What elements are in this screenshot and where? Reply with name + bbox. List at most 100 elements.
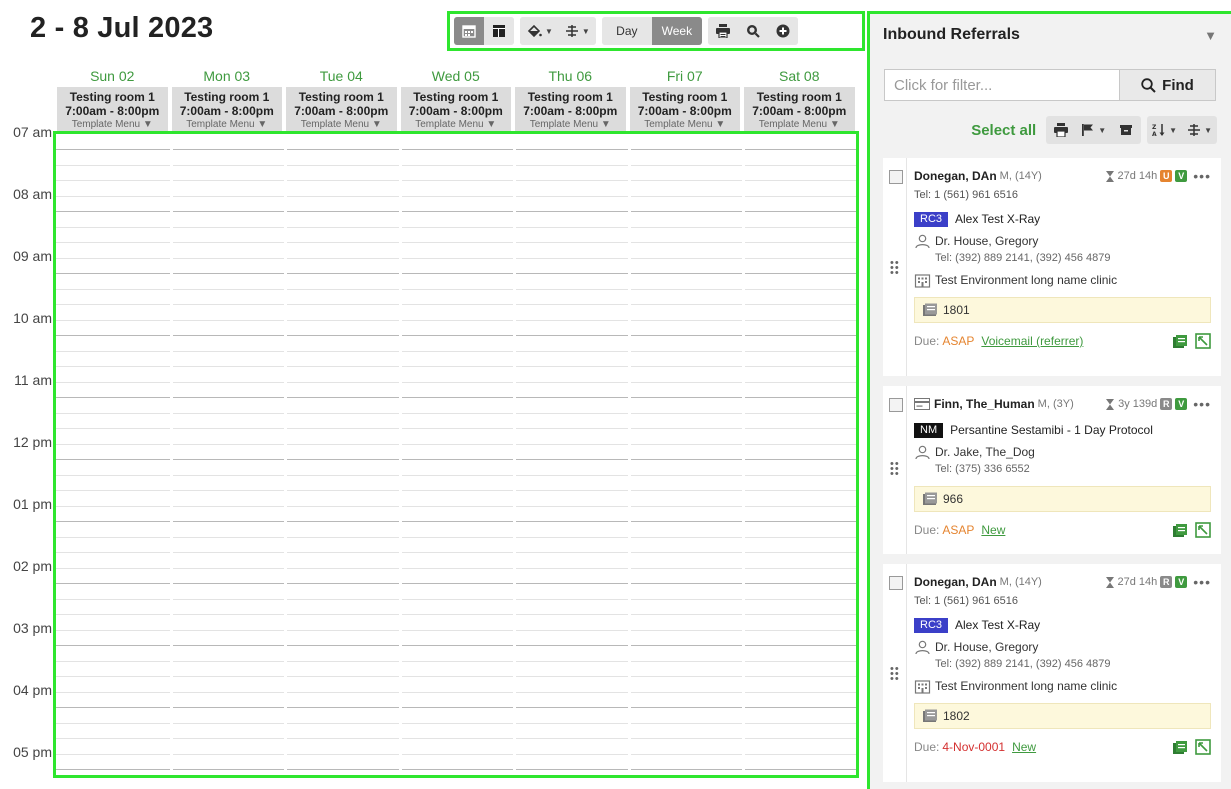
day-name[interactable]: Tue 04 bbox=[284, 67, 399, 87]
hour-label: 07 am bbox=[13, 124, 52, 140]
patient-phone: Tel: 1 (561) 961 6516 bbox=[914, 189, 1018, 201]
slot-line bbox=[56, 319, 856, 321]
room-hours: 7:00am - 8:00pm bbox=[408, 104, 503, 118]
status-link[interactable]: Voicemail (referrer) bbox=[981, 334, 1083, 348]
day-name[interactable]: Mon 03 bbox=[170, 67, 285, 87]
day-name[interactable]: Sat 08 bbox=[742, 67, 857, 87]
documents-icon[interactable] bbox=[1172, 523, 1188, 538]
print-referrals-button[interactable] bbox=[1046, 116, 1076, 144]
day-name[interactable]: Wed 05 bbox=[399, 67, 514, 87]
settings-dropdown-button[interactable]: ▼ bbox=[558, 17, 596, 45]
calendar-view-button[interactable] bbox=[454, 17, 484, 45]
hour-label: 05 pm bbox=[13, 744, 52, 760]
time-slots[interactable] bbox=[56, 134, 856, 775]
search-appointment-button[interactable] bbox=[737, 17, 768, 45]
calendar-grid[interactable] bbox=[53, 131, 859, 778]
add-appointment-button[interactable] bbox=[767, 17, 798, 45]
template-menu[interactable]: Template Menu ▼ bbox=[57, 119, 168, 130]
clinic-name: Test Environment long name clinic bbox=[935, 679, 1118, 693]
snowflake-icon bbox=[565, 25, 578, 37]
day-name[interactable]: Sun 02 bbox=[55, 67, 170, 87]
plus-circle-icon bbox=[776, 24, 790, 38]
patient-name[interactable]: Finn, The_Human bbox=[934, 397, 1035, 411]
verified-badge: V bbox=[1175, 576, 1188, 588]
actions-group bbox=[707, 17, 798, 45]
sort-dropdown-button[interactable]: ZA ▼ bbox=[1147, 116, 1182, 144]
more-options-icon[interactable]: ••• bbox=[1193, 396, 1211, 412]
panel-collapse-icon[interactable]: ▼ bbox=[1204, 28, 1217, 43]
find-button[interactable]: Find bbox=[1120, 69, 1216, 101]
due-label: Due: bbox=[914, 523, 940, 537]
drag-handle-icon[interactable]: •• •• •• bbox=[890, 258, 900, 279]
fill-color-button[interactable]: ▼ bbox=[520, 17, 559, 45]
card-gutter: •• •• •• bbox=[883, 158, 907, 376]
documents-icon[interactable] bbox=[1172, 334, 1188, 349]
referring-clinic: Test Environment long name clinic bbox=[914, 272, 1211, 288]
doctor-phone: Tel: (392) 889 2141, (392) 456 4879 bbox=[935, 658, 1111, 670]
flag-dropdown-button[interactable]: ▼ bbox=[1076, 116, 1111, 144]
procedure-name: Alex Test X-Ray bbox=[955, 212, 1041, 226]
more-options-icon[interactable]: ••• bbox=[1193, 574, 1211, 590]
patient-name[interactable]: Donegan, DAn bbox=[914, 169, 997, 183]
referring-clinic: Test Environment long name clinic bbox=[914, 678, 1211, 694]
slot-line bbox=[56, 676, 856, 677]
card-header: Donegan, DAn M, (14Y) 27d 14h U V ••• bbox=[914, 167, 1211, 185]
select-all-link[interactable]: Select all bbox=[971, 122, 1036, 139]
procedure-line: RC3 Alex Test X-Ray bbox=[914, 617, 1211, 633]
slot-line bbox=[56, 552, 856, 553]
referring-doctor: Dr. House, Gregory bbox=[914, 639, 1211, 655]
hour-label: 01 pm bbox=[13, 496, 52, 512]
referral-card[interactable]: •• •• •• Donegan, DAn M, (14Y) 27d 14h R V… bbox=[883, 564, 1221, 782]
referral-card[interactable]: •• •• •• Donegan, DAn M, (14Y) 27d 14h U V… bbox=[883, 158, 1221, 376]
print-button[interactable] bbox=[707, 17, 738, 45]
documents-icon[interactable] bbox=[1172, 740, 1188, 755]
referral-card[interactable]: •• •• •• Finn, The_Human M, (3Y) 3y 139d R… bbox=[883, 386, 1221, 554]
due-label: Due: bbox=[914, 334, 940, 348]
template-menu[interactable]: Template Menu ▼ bbox=[744, 119, 855, 130]
template-menu[interactable]: Template Menu ▼ bbox=[630, 119, 741, 130]
table-view-button[interactable] bbox=[484, 17, 514, 45]
calendar-toolbar: ▼ ▼ Day Week bbox=[447, 11, 865, 51]
template-menu[interactable]: Template Menu ▼ bbox=[515, 119, 626, 130]
chevron-down-icon: ▼ bbox=[1098, 125, 1107, 135]
drag-handle-icon[interactable]: •• •• •• bbox=[890, 459, 900, 480]
archive-button[interactable] bbox=[1111, 116, 1141, 144]
hour-line bbox=[56, 397, 856, 398]
expand-icon[interactable] bbox=[1195, 333, 1211, 349]
room-box: Testing room 1 7:00am - 8:00pm Template … bbox=[629, 87, 741, 133]
bulk-actions-group: ▼ bbox=[1046, 116, 1142, 144]
template-menu[interactable]: Template Menu ▼ bbox=[401, 119, 512, 130]
slot-line bbox=[56, 474, 856, 476]
card-body: Donegan, DAn M, (14Y) 27d 14h U V ••• Te… bbox=[907, 158, 1221, 376]
doctor-icon bbox=[915, 234, 930, 248]
card-gutter: •• •• •• bbox=[883, 564, 907, 782]
slot-line bbox=[56, 738, 856, 739]
slot-line bbox=[56, 242, 856, 243]
slot-line bbox=[56, 366, 856, 367]
status-link[interactable]: New bbox=[1012, 740, 1036, 754]
week-view-tab[interactable]: Week bbox=[651, 17, 702, 45]
filter-input[interactable] bbox=[884, 69, 1120, 101]
referral-checkbox[interactable] bbox=[889, 576, 903, 590]
day-name[interactable]: Thu 06 bbox=[513, 67, 628, 87]
expand-icon[interactable] bbox=[1195, 522, 1211, 538]
slot-line bbox=[56, 629, 856, 631]
day-view-tab[interactable]: Day bbox=[601, 17, 652, 45]
hour-label: 02 pm bbox=[13, 558, 52, 574]
status-link[interactable]: New bbox=[981, 523, 1005, 537]
template-menu[interactable]: Template Menu ▼ bbox=[172, 119, 283, 130]
room-name: Testing room 1 bbox=[298, 90, 384, 104]
expand-icon[interactable] bbox=[1195, 739, 1211, 755]
referral-checkbox[interactable] bbox=[889, 170, 903, 184]
day-column-divider bbox=[742, 134, 745, 775]
template-menu[interactable]: Template Menu ▼ bbox=[286, 119, 397, 130]
drag-handle-icon[interactable]: •• •• •• bbox=[890, 664, 900, 685]
referral-checkbox[interactable] bbox=[889, 398, 903, 412]
more-options-icon[interactable]: ••• bbox=[1193, 168, 1211, 184]
columns-dropdown-button[interactable]: ▼ bbox=[1182, 116, 1217, 144]
due-line: Due: ASAP Voicemail (referrer) bbox=[914, 333, 1211, 349]
day-column-divider bbox=[398, 134, 402, 775]
day-name[interactable]: Fri 07 bbox=[628, 67, 743, 87]
room-box: Testing room 1 7:00am - 8:00pm Template … bbox=[171, 87, 283, 133]
patient-name[interactable]: Donegan, DAn bbox=[914, 575, 997, 589]
